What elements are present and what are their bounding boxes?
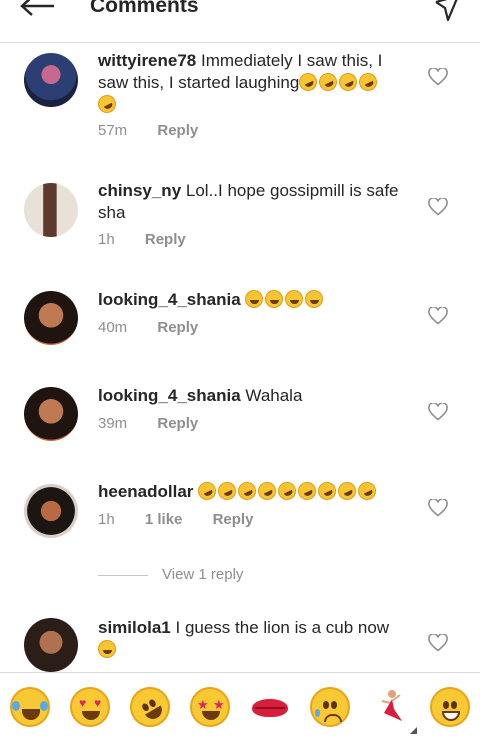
emoji-quick-bar: ♥ ♥ ★ ★	[0, 672, 480, 739]
comment-text: I guess the lion is a cub now	[175, 618, 390, 637]
comment-item: similola1 I guess the lion is a cub now	[0, 0, 480, 672]
comment-body: similola1 I guess the lion is a cub now	[98, 617, 413, 661]
comment-username[interactable]: similola1	[98, 618, 171, 637]
heart-icon[interactable]	[428, 634, 448, 652]
emoji-group-icon	[98, 640, 118, 659]
sad-but-relieved-icon[interactable]	[310, 687, 350, 727]
avatar[interactable]	[24, 618, 78, 672]
grinning-icon[interactable]	[430, 687, 470, 727]
rolling-on-floor-laughing-icon[interactable]	[122, 679, 178, 735]
tears-of-joy-icon[interactable]	[10, 687, 50, 727]
heart-eyes-icon[interactable]: ♥ ♥	[70, 687, 110, 727]
resize-handle-icon	[410, 727, 417, 734]
star-struck-icon[interactable]: ★ ★	[190, 687, 230, 727]
kiss-mark-icon[interactable]	[250, 687, 290, 727]
dancer-icon[interactable]	[370, 687, 410, 727]
